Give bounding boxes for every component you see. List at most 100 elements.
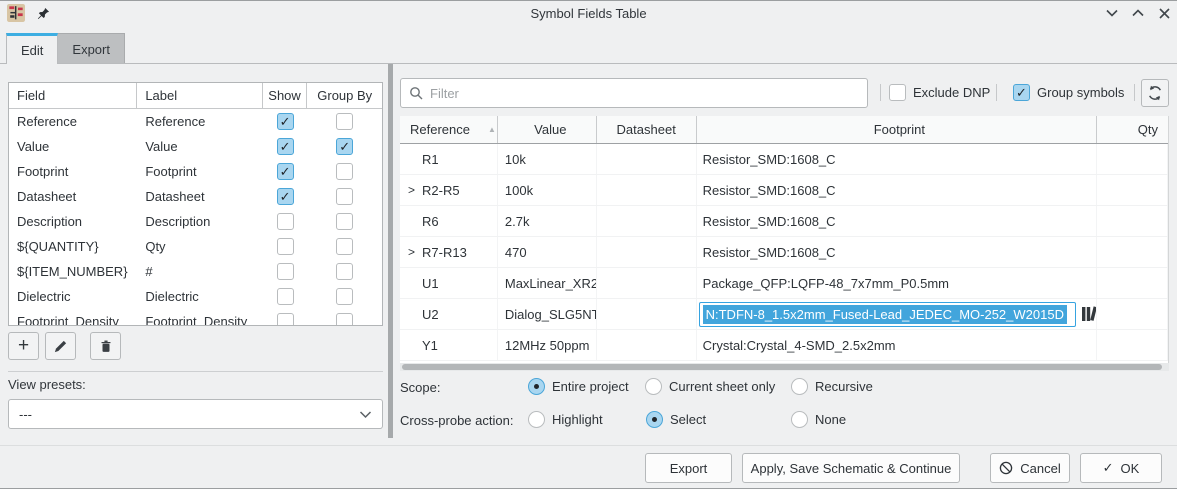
symbol-row[interactable]: U1 MaxLinear_XR2 Package_QFP:LQFP-48_7x7… xyxy=(400,268,1168,299)
filter-field[interactable] xyxy=(400,78,868,108)
add-field-button[interactable]: + xyxy=(8,332,39,360)
datasheet-cell[interactable] xyxy=(597,144,697,174)
footprint-cell[interactable]: Resistor_SMD:1608_C xyxy=(697,206,1097,236)
value-cell[interactable]: MaxLinear_XR2 xyxy=(498,268,597,298)
delete-field-button[interactable] xyxy=(90,332,121,360)
symbol-row[interactable]: R6 2.7k Resistor_SMD:1608_C xyxy=(400,206,1168,237)
field-name-cell[interactable]: ${QUANTITY} xyxy=(9,234,137,259)
radio-button[interactable] xyxy=(645,378,662,395)
field-name-cell[interactable]: Dielectric xyxy=(9,284,137,309)
radio-button[interactable] xyxy=(528,411,545,428)
datasheet-cell[interactable] xyxy=(597,299,697,329)
reference-cell[interactable]: R7-R13 xyxy=(422,245,467,260)
column-header-footprint[interactable]: Footprint xyxy=(697,116,1097,143)
group-by-checkbox[interactable] xyxy=(336,138,353,155)
field-label-cell[interactable]: Qty xyxy=(137,234,262,259)
column-header-datasheet[interactable]: Datasheet xyxy=(597,116,697,143)
show-checkbox[interactable] xyxy=(277,263,294,280)
value-cell[interactable]: 10k xyxy=(498,144,597,174)
panel-splitter[interactable] xyxy=(388,64,393,438)
field-row[interactable]: Value Value xyxy=(9,134,382,159)
refresh-button[interactable] xyxy=(1141,79,1169,107)
minimize-button[interactable] xyxy=(1105,6,1119,20)
datasheet-cell[interactable] xyxy=(597,268,697,298)
footprint-cell[interactable]: Resistor_SMD:1608_C xyxy=(697,237,1097,267)
reference-cell[interactable]: Y1 xyxy=(422,338,438,353)
group-by-checkbox[interactable] xyxy=(336,188,353,205)
column-header-value[interactable]: Value xyxy=(498,116,597,143)
field-row[interactable]: Reference Reference xyxy=(9,109,382,134)
show-checkbox[interactable] xyxy=(277,163,294,180)
rename-field-button[interactable] xyxy=(45,332,76,360)
field-row[interactable]: Datasheet Datasheet xyxy=(9,184,382,209)
field-label-cell[interactable]: Reference xyxy=(137,109,262,134)
show-checkbox[interactable] xyxy=(277,213,294,230)
group-by-checkbox[interactable] xyxy=(336,263,353,280)
field-label-cell[interactable]: Value xyxy=(137,134,262,159)
browse-library-icon[interactable] xyxy=(1081,305,1097,323)
cross-probe-select[interactable]: Select xyxy=(646,411,706,428)
reference-cell[interactable]: R2-R5 xyxy=(422,183,460,198)
group-by-checkbox[interactable] xyxy=(336,238,353,255)
show-checkbox[interactable] xyxy=(277,288,294,305)
field-label-cell[interactable]: Footprint_Density xyxy=(137,309,262,326)
value-cell[interactable]: 100k xyxy=(498,175,597,205)
maximize-button[interactable] xyxy=(1131,6,1145,20)
field-name-cell[interactable]: Footprint_Density xyxy=(9,309,137,326)
field-row[interactable]: ${QUANTITY} Qty xyxy=(9,234,382,259)
column-header-qty[interactable]: Qty xyxy=(1097,116,1168,143)
view-presets-dropdown[interactable]: --- xyxy=(8,399,383,429)
reference-cell[interactable]: U2 xyxy=(422,307,439,322)
datasheet-cell[interactable] xyxy=(597,175,697,205)
group-by-checkbox[interactable] xyxy=(336,113,353,130)
field-row[interactable]: ${ITEM_NUMBER} # xyxy=(9,259,382,284)
tab-export[interactable]: Export xyxy=(58,33,125,64)
value-cell[interactable]: 12MHz 50ppm xyxy=(498,330,597,360)
datasheet-cell[interactable] xyxy=(597,237,697,267)
radio-button[interactable] xyxy=(528,378,545,395)
apply-save-continue-button[interactable]: Apply, Save Schematic & Continue xyxy=(742,453,960,483)
symbol-row[interactable]: >R2-R5 100k Resistor_SMD:1608_C xyxy=(400,175,1168,206)
export-button[interactable]: Export xyxy=(645,453,732,483)
field-label-cell[interactable]: Description xyxy=(137,209,262,234)
show-checkbox[interactable] xyxy=(277,113,294,130)
show-checkbox[interactable] xyxy=(277,188,294,205)
ok-button[interactable]: ✓ OK xyxy=(1080,453,1162,483)
footprint-cell[interactable]: Resistor_SMD:1608_C xyxy=(697,144,1097,174)
field-row[interactable]: Description Description xyxy=(9,209,382,234)
close-button[interactable] xyxy=(1157,6,1171,20)
field-label-cell[interactable]: Datasheet xyxy=(137,184,262,209)
footprint-cell[interactable]: Resistor_SMD:1608_C xyxy=(697,175,1097,205)
field-label-cell[interactable]: Footprint xyxy=(137,159,262,184)
symbol-row[interactable]: >R7-R13 470 Resistor_SMD:1608_C xyxy=(400,237,1168,268)
column-header-reference[interactable]: Reference ▲ xyxy=(400,116,498,143)
footprint-edit-field[interactable]: N:TDFN-8_1.5x2mm_Fused-Lead_JEDEC_MO-252… xyxy=(699,302,1076,327)
reference-cell[interactable]: U1 xyxy=(422,276,439,291)
value-cell[interactable]: 470 xyxy=(498,237,597,267)
group-expander-icon[interactable]: > xyxy=(408,245,422,259)
symbol-row[interactable]: Y1 12MHz 50ppm Crystal:Crystal_4-SMD_2.5… xyxy=(400,330,1168,361)
group-symbols-checkbox[interactable] xyxy=(1013,84,1030,101)
symbol-row-editing[interactable]: U2 Dialog_SLG5NT N:TDFN-8_1.5x2mm_Fused-… xyxy=(400,299,1168,330)
show-checkbox[interactable] xyxy=(277,313,294,326)
cross-probe-none[interactable]: None xyxy=(791,411,846,428)
exclude-dnp-checkbox[interactable] xyxy=(889,84,906,101)
radio-button[interactable] xyxy=(791,411,808,428)
reference-cell[interactable]: R6 xyxy=(422,214,439,229)
symbol-row[interactable]: R1 10k Resistor_SMD:1608_C xyxy=(400,144,1168,175)
exclude-dnp-option[interactable]: Exclude DNP xyxy=(889,84,990,101)
field-label-cell[interactable]: Dielectric xyxy=(137,284,262,309)
scope-current-sheet-only[interactable]: Current sheet only xyxy=(645,378,775,395)
group-by-checkbox[interactable] xyxy=(336,163,353,180)
group-by-checkbox[interactable] xyxy=(336,288,353,305)
datasheet-cell[interactable] xyxy=(597,330,697,360)
field-name-cell[interactable]: Footprint xyxy=(9,159,137,184)
value-cell[interactable]: Dialog_SLG5NT xyxy=(498,299,597,329)
scope-entire-project[interactable]: Entire project xyxy=(528,378,629,395)
field-name-cell[interactable]: Description xyxy=(9,209,137,234)
field-name-cell[interactable]: Reference xyxy=(9,109,137,134)
tab-edit[interactable]: Edit xyxy=(6,33,58,64)
group-symbols-option[interactable]: Group symbols xyxy=(1013,84,1124,101)
scope-recursive[interactable]: Recursive xyxy=(791,378,873,395)
footprint-cell[interactable]: Package_QFP:LQFP-48_7x7mm_P0.5mm xyxy=(697,268,1097,298)
